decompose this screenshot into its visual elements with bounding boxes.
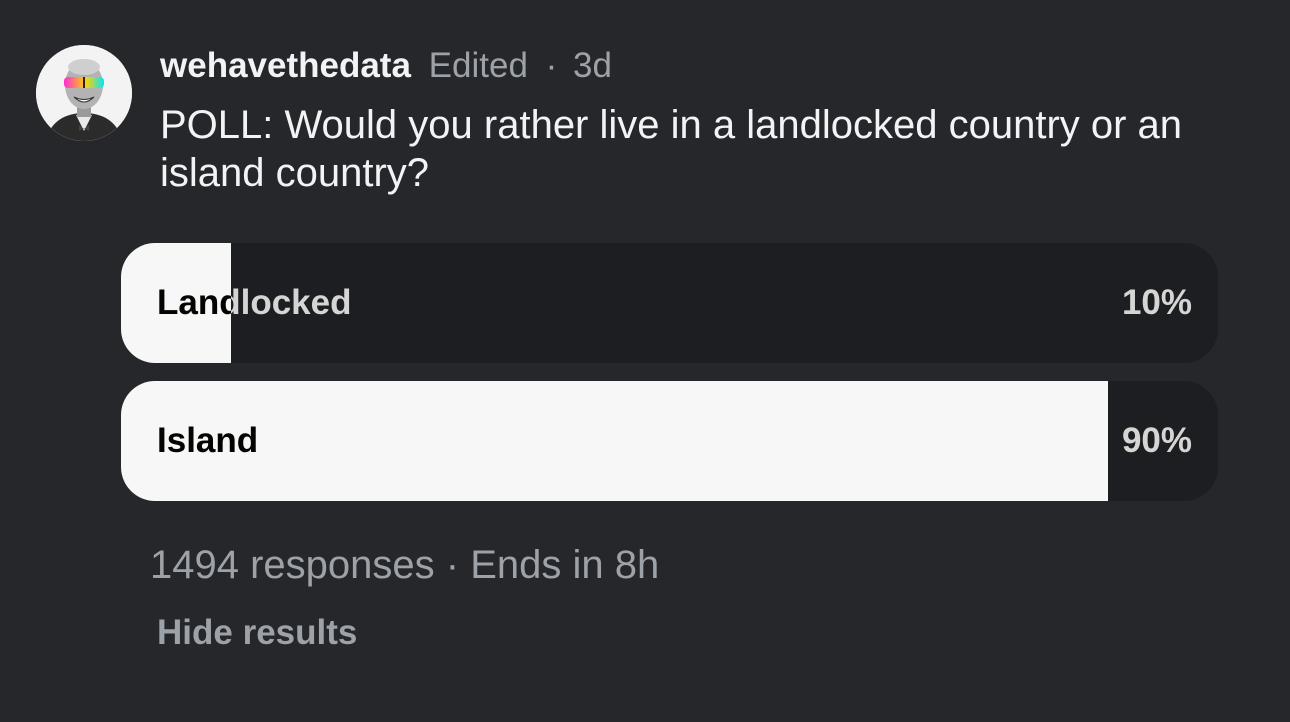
- poll-option-percent: 90%: [1121, 421, 1192, 460]
- poll-question: POLL: Would you rather live in a landloc…: [160, 103, 1183, 195]
- stats-separator: ·: [445, 543, 460, 587]
- avatar[interactable]: [36, 45, 132, 141]
- poll-option-label: Island: [157, 421, 259, 460]
- edited-label: Edited: [428, 46, 528, 85]
- response-count: 1494 responses: [150, 543, 435, 587]
- meta-separator: ·: [545, 46, 558, 85]
- poll-post: wehavethedata Edited · 3d POLL: Would yo…: [0, 0, 1290, 722]
- poll-stats: 1494 responses · Ends in 8h: [150, 540, 659, 590]
- avatar-portrait-icon: [36, 45, 132, 141]
- poll-option-fill: [121, 381, 1109, 501]
- poll-option-percent: 10%: [1121, 283, 1192, 322]
- poll-option-landlocked[interactable]: Landlocked 10%: [121, 243, 1218, 363]
- hide-results-button[interactable]: Hide results: [157, 611, 357, 655]
- poll-option-label: Landlocked: [157, 283, 352, 322]
- poll-option-island[interactable]: Island 90%: [121, 381, 1218, 501]
- post-header: wehavethedata Edited · 3d: [160, 44, 612, 88]
- poll-end-time: Ends in 8h: [470, 543, 660, 587]
- post-age: 3d: [573, 46, 612, 85]
- username[interactable]: wehavethedata: [160, 46, 411, 85]
